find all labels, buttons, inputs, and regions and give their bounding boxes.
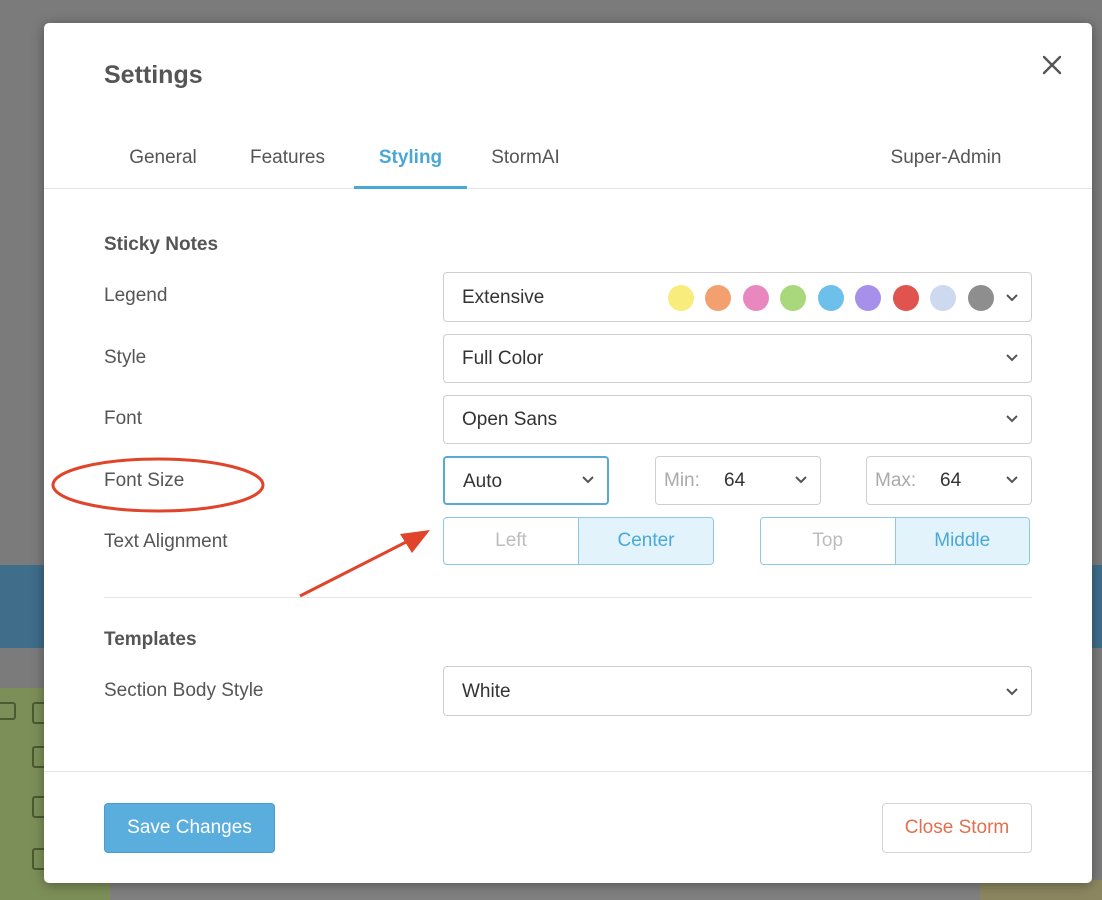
sticky-notes-heading: Sticky Notes: [104, 234, 219, 255]
max-value: 64: [940, 470, 962, 491]
style-label: Style: [104, 347, 147, 368]
tab-stormai[interactable]: StormAI: [474, 133, 577, 188]
section-body-style-select[interactable]: White: [443, 666, 1032, 716]
style-value: Full Color: [462, 348, 544, 369]
legend-color-swatch: [930, 285, 956, 311]
legend-color-swatch: [968, 285, 994, 311]
text-alignment-label: Text Alignment: [104, 531, 228, 552]
vertical-alignment-toggle: Top Middle: [760, 517, 1030, 565]
align-left-option[interactable]: Left: [444, 518, 578, 564]
legend-select[interactable]: Extensive: [443, 272, 1032, 322]
dialog-title: Settings: [104, 61, 203, 89]
font-size-min-select[interactable]: Min: 64: [655, 456, 821, 505]
font-value: Open Sans: [462, 409, 558, 430]
tab-general[interactable]: General: [104, 133, 222, 188]
tab-features[interactable]: Features: [230, 133, 345, 188]
legend-color-swatch: [780, 285, 806, 311]
legend-color-swatch: [743, 285, 769, 311]
font-label: Font: [104, 408, 143, 429]
templates-heading: Templates: [104, 629, 197, 650]
min-label: Min:: [664, 470, 700, 491]
legend-value: Extensive: [462, 287, 545, 308]
font-size-label: Font Size: [104, 470, 185, 491]
align-middle-option[interactable]: Middle: [894, 518, 1029, 564]
tab-super-admin[interactable]: Super-Admin: [870, 133, 1022, 188]
chevron-down-icon: [582, 476, 594, 484]
legend-color-swatch: [893, 285, 919, 311]
chevron-down-icon: [1006, 415, 1018, 423]
font-size-max-select[interactable]: Max: 64: [866, 456, 1032, 505]
close-storm-button[interactable]: Close Storm: [882, 803, 1032, 853]
legend-color-swatch: [818, 285, 844, 311]
chevron-down-icon: [795, 476, 807, 484]
section-body-style-label: Section Body Style: [104, 680, 264, 701]
font-size-select[interactable]: Auto: [443, 456, 609, 505]
settings-tabs: General Features Styling StormAI Super-A…: [44, 133, 1092, 189]
background-checkbox: [0, 702, 16, 720]
horizontal-alignment-toggle: Left Center: [443, 517, 714, 565]
chevron-down-icon: [1006, 476, 1018, 484]
close-icon[interactable]: [1038, 51, 1066, 79]
align-center-option[interactable]: Center: [578, 518, 713, 564]
font-size-value: Auto: [463, 471, 503, 492]
chevron-down-icon: [1006, 294, 1018, 302]
style-select[interactable]: Full Color: [443, 334, 1032, 383]
chevron-down-icon: [1006, 354, 1018, 362]
legend-color-swatch: [668, 285, 694, 311]
min-value: 64: [724, 470, 746, 491]
legend-color-swatch: [705, 285, 731, 311]
legend-label: Legend: [104, 285, 168, 306]
settings-dialog: Settings General Features Styling StormA…: [44, 23, 1092, 883]
tab-styling[interactable]: Styling: [354, 133, 467, 189]
font-select[interactable]: Open Sans: [443, 395, 1032, 444]
max-label: Max:: [875, 470, 917, 491]
save-changes-button[interactable]: Save Changes: [104, 803, 275, 853]
legend-color-swatch: [855, 285, 881, 311]
chevron-down-icon: [1006, 688, 1018, 696]
align-top-option[interactable]: Top: [761, 518, 895, 564]
section-body-style-value: White: [462, 681, 511, 702]
background-sticky: [980, 880, 1102, 900]
footer-divider: [44, 771, 1092, 772]
section-divider: [104, 597, 1032, 598]
